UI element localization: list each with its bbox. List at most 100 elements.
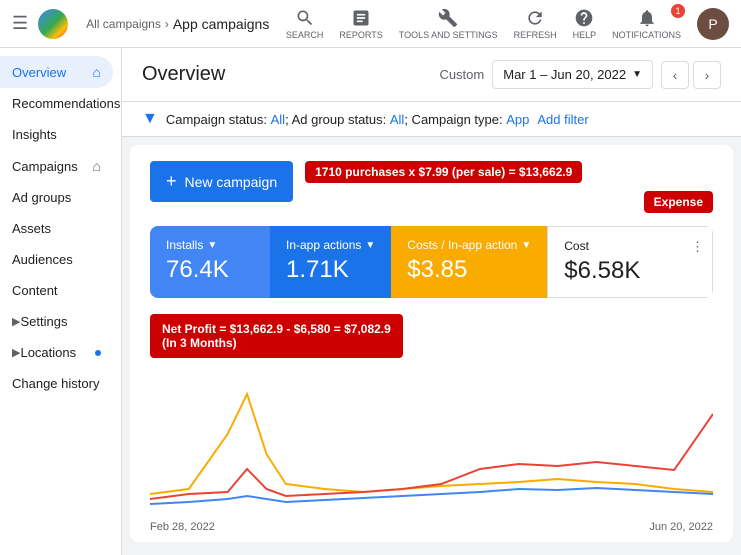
sidebar-adgroups-label: Ad groups <box>12 190 101 205</box>
breadcrumb: All campaigns › App campaigns <box>86 16 269 32</box>
sidebar: Overview ⌂ Recommendations Insights Camp… <box>0 48 122 555</box>
sidebar-item-settings[interactable]: ▶ Settings <box>0 306 113 337</box>
sidebar-recommendations-label: Recommendations <box>12 96 120 111</box>
date-prev-arrow[interactable]: ‹ <box>661 61 689 89</box>
breadcrumb-arrow: › <box>165 17 169 31</box>
sidebar-item-locations[interactable]: ▶ Locations <box>0 337 113 368</box>
annotations-area: 1710 purchases x $7.99 (per sale) = $13,… <box>305 161 713 213</box>
sidebar-settings-label: Settings <box>20 314 101 329</box>
top-bar-right: SEARCH REPORTS TOOLS AND SETTINGS REFRES… <box>286 8 729 40</box>
add-filter-button[interactable]: Add filter <box>537 112 588 127</box>
installs-value: 76.4K <box>166 256 254 284</box>
net-profit-annotation: Net Profit = $13,662.9 - $6,580 = $7,082… <box>150 314 403 358</box>
installs-label: Installs ▼ <box>166 238 254 252</box>
cost-label: Cost <box>564 239 696 253</box>
formula-annotation: 1710 purchases x $7.99 (per sale) = $13,… <box>305 161 582 183</box>
sidebar-item-overview[interactable]: Overview ⌂ <box>0 56 113 88</box>
sidebar-campaigns-label: Campaigns <box>12 159 93 174</box>
metrics-row: Installs ▼ 76.4K In-app actions ▼ 1.71K … <box>150 226 713 298</box>
campaign-status-link[interactable]: All <box>271 112 285 127</box>
chart-labels: Feb 28, 2022 Jun 20, 2022 <box>150 521 713 533</box>
search-label: SEARCH <box>286 30 324 40</box>
chart-svg <box>150 374 713 514</box>
google-ads-logo <box>38 9 68 39</box>
top-row: + New campaign 1710 purchases x $7.99 (p… <box>150 161 713 218</box>
notification-badge-count: 1 <box>671 4 685 18</box>
sidebar-content-label: Content <box>12 283 101 298</box>
metric-inapp-actions: In-app actions ▼ 1.71K <box>270 226 391 298</box>
home-icon: ⌂ <box>93 64 101 80</box>
filter-bar: ▼ Campaign status: All; Ad group status:… <box>122 102 741 137</box>
cost-per-action-dropdown-arrow[interactable]: ▼ <box>521 240 531 251</box>
date-next-arrow[interactable]: › <box>693 61 721 89</box>
metric-installs: Installs ▼ 76.4K <box>150 226 270 298</box>
locations-dot <box>95 350 101 356</box>
chart-label-end: Jun 20, 2022 <box>649 521 713 533</box>
sidebar-assets-label: Assets <box>12 221 101 236</box>
date-dropdown-arrow: ▼ <box>632 69 642 80</box>
sidebar-locations-label: Locations <box>20 345 95 360</box>
inapp-actions-dropdown-arrow[interactable]: ▼ <box>365 240 375 251</box>
metric-more-button[interactable]: ⋮ <box>691 239 704 255</box>
bottom-panels: ⊞ Biggest changes Cost ▼ ⋮ Mar 1 – Jun 2… <box>122 550 741 555</box>
inapp-actions-label: In-app actions ▼ <box>286 238 375 252</box>
search-icon-btn[interactable]: SEARCH <box>286 8 324 40</box>
help-label: HELP <box>573 30 597 40</box>
sidebar-overview-label: Overview <box>12 65 93 80</box>
top-bar-left: ☰ All campaigns › App campaigns <box>12 9 269 39</box>
reports-label: REPORTS <box>339 30 382 40</box>
notifications-label: NOTIFICATIONS <box>612 30 681 40</box>
sidebar-item-assets[interactable]: Assets <box>0 213 113 244</box>
sidebar-insights-label: Insights <box>12 127 101 142</box>
sidebar-item-insights[interactable]: Insights <box>0 119 113 150</box>
campaign-type-link[interactable]: App <box>506 112 529 127</box>
date-range-button[interactable]: Mar 1 – Jun 20, 2022 ▼ <box>492 60 653 89</box>
date-nav-arrows: ‹ › <box>661 61 721 89</box>
notifications-icon-btn[interactable]: 1 NOTIFICATIONS <box>612 8 681 40</box>
filter-icon: ▼ <box>142 110 158 128</box>
refresh-icon-btn[interactable]: REFRESH <box>514 8 557 40</box>
custom-label: Custom <box>439 67 484 82</box>
tools-icon-btn[interactable]: TOOLS AND SETTINGS <box>399 8 498 40</box>
metric-cost: Cost $6.58K ⋮ <box>547 226 713 298</box>
logo-circle <box>38 9 68 39</box>
sidebar-item-changehistory[interactable]: Change history <box>0 368 113 399</box>
avatar[interactable]: P <box>697 8 729 40</box>
sidebar-item-recommendations[interactable]: Recommendations <box>0 88 113 119</box>
new-campaign-area: + New campaign <box>150 161 293 218</box>
date-selector: Custom Mar 1 – Jun 20, 2022 ▼ ‹ › <box>439 60 721 89</box>
sidebar-changehistory-label: Change history <box>12 376 101 391</box>
reports-icon-btn[interactable]: REPORTS <box>339 8 382 40</box>
inapp-actions-value: 1.71K <box>286 256 375 284</box>
home-icon-campaigns: ⌂ <box>93 158 101 174</box>
metric-cost-per-action: Costs / In-app action ▼ $3.85 <box>391 226 547 298</box>
breadcrumb-parent[interactable]: All campaigns <box>86 17 161 31</box>
adgroup-status-link[interactable]: All <box>390 112 404 127</box>
sidebar-item-audiences[interactable]: Audiences <box>0 244 113 275</box>
breadcrumb-current: App campaigns <box>173 16 270 32</box>
installs-dropdown-arrow[interactable]: ▼ <box>207 240 217 251</box>
page-title: Overview <box>142 63 427 86</box>
overview-header: Overview Custom Mar 1 – Jun 20, 2022 ▼ ‹… <box>122 48 741 102</box>
plus-icon: + <box>166 171 177 192</box>
refresh-label: REFRESH <box>514 30 557 40</box>
new-campaign-button[interactable]: + New campaign <box>150 161 293 202</box>
help-icon-btn[interactable]: HELP <box>573 8 597 40</box>
new-campaign-label: New campaign <box>185 174 278 190</box>
campaign-section: + New campaign 1710 purchases x $7.99 (p… <box>130 145 733 542</box>
sidebar-audiences-label: Audiences <box>12 252 101 267</box>
sidebar-item-campaigns[interactable]: Campaigns ⌂ <box>0 150 113 182</box>
sidebar-item-content[interactable]: Content <box>0 275 113 306</box>
cost-per-action-label: Costs / In-app action ▼ <box>407 238 531 252</box>
cost-value: $6.58K <box>564 257 696 285</box>
cost-per-action-value: $3.85 <box>407 256 531 284</box>
tools-label: TOOLS AND SETTINGS <box>399 30 498 40</box>
main-layout: Overview ⌂ Recommendations Insights Camp… <box>0 48 741 555</box>
chart-label-start: Feb 28, 2022 <box>150 521 215 533</box>
filter-text: Campaign status: All; Ad group status: A… <box>166 112 530 127</box>
expense-annotation: Expense <box>644 191 713 213</box>
date-range-text: Mar 1 – Jun 20, 2022 <box>503 67 626 82</box>
hamburger-icon[interactable]: ☰ <box>12 13 28 34</box>
chart-area: Feb 28, 2022 Jun 20, 2022 <box>150 366 713 526</box>
sidebar-item-adgroups[interactable]: Ad groups <box>0 182 113 213</box>
